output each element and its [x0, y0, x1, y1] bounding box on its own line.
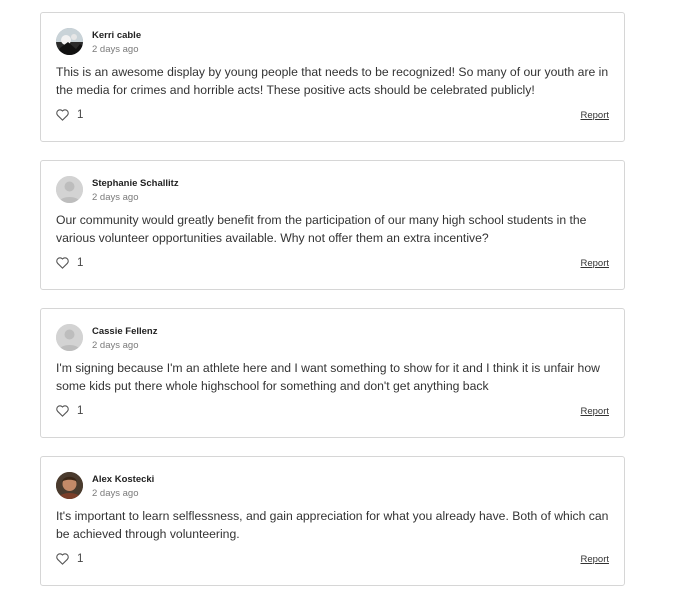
heart-icon — [56, 257, 69, 269]
comment-list: Kerri cable 2 days ago This is an awesom… — [40, 12, 625, 604]
like-count: 1 — [77, 109, 84, 121]
like-button[interactable]: 1 — [56, 257, 83, 269]
heart-icon — [56, 405, 69, 417]
comment-timestamp: 2 days ago — [92, 340, 139, 351]
like-button[interactable]: 1 — [56, 405, 83, 417]
report-link[interactable]: Report — [580, 554, 609, 565]
user-photo-icon — [56, 28, 83, 55]
avatar[interactable] — [56, 176, 83, 203]
comment-text: This is an awesome display by young peop… — [56, 65, 609, 97]
report-link[interactable]: Report — [580, 110, 609, 121]
heart-icon — [56, 109, 69, 121]
comment-card: Stephanie Schallitz 2 days ago Our commu… — [40, 160, 625, 290]
user-silhouette-icon — [56, 324, 83, 351]
comment-text: It's important to learn selflessness, an… — [56, 509, 609, 541]
like-button[interactable]: 1 — [56, 553, 83, 565]
comment-author: Kerri cable — [92, 30, 142, 41]
comment-timestamp: 2 days ago — [92, 44, 139, 55]
avatar[interactable] — [56, 28, 83, 55]
comment-card: Kerri cable 2 days ago This is an awesom… — [40, 12, 625, 142]
user-photo-icon — [56, 472, 83, 499]
comment-card: Alex Kostecki 2 days ago It's important … — [40, 456, 625, 586]
avatar[interactable] — [56, 472, 83, 499]
report-link[interactable]: Report — [580, 258, 609, 269]
comment-timestamp: 2 days ago — [92, 192, 139, 203]
comment-author: Stephanie Schallitz — [92, 178, 179, 189]
like-count: 1 — [77, 553, 84, 565]
comment-text: I'm signing because I'm an athlete here … — [56, 361, 600, 393]
comment-card: Cassie Fellenz 2 days ago I'm signing be… — [40, 308, 625, 438]
avatar[interactable] — [56, 324, 83, 351]
comment-author: Alex Kostecki — [92, 474, 155, 485]
report-link[interactable]: Report — [580, 406, 609, 417]
like-button[interactable]: 1 — [56, 109, 83, 121]
user-silhouette-icon — [56, 176, 83, 203]
comment-timestamp: 2 days ago — [92, 488, 139, 499]
comment-text: Our community would greatly benefit from… — [56, 213, 587, 245]
heart-icon — [56, 553, 69, 565]
like-count: 1 — [77, 405, 84, 417]
like-count: 1 — [77, 257, 84, 269]
comment-author: Cassie Fellenz — [92, 326, 158, 337]
